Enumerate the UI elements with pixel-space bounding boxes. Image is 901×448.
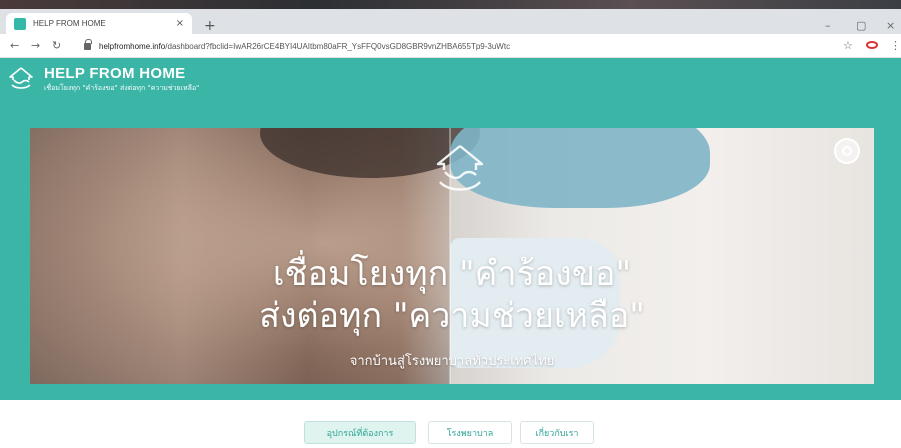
hero-subheadline: จากบ้านสู่โรงพยาบาลทั่วประเทศไทย bbox=[349, 354, 555, 369]
background-strip bbox=[0, 0, 901, 9]
browser-tab-bar: HELP FROM HOME × + – ▢ × bbox=[0, 9, 901, 34]
arrow-left-icon[interactable]: ← bbox=[10, 39, 19, 52]
brand-title[interactable]: HELP FROM HOME bbox=[44, 65, 185, 82]
tab-title: HELP FROM HOME bbox=[33, 19, 106, 28]
star-icon[interactable]: ☆ bbox=[843, 39, 853, 52]
hero-headline-2: ส่งต่อทุก "ความช่วยเหลือ" bbox=[259, 296, 645, 336]
logo-icon[interactable] bbox=[8, 66, 34, 92]
hero-banner: เชื่อมโยงทุก "คำร้องขอ" ส่งต่อทุก "ความช… bbox=[30, 128, 874, 384]
nav-hospitals-button[interactable]: โรงพยาบาล bbox=[428, 421, 512, 444]
hero-logo-icon bbox=[436, 145, 484, 191]
brand-tagline: เชื่อมโยงทุก "คำร้องขอ" ส่งต่อทุก "ความช… bbox=[44, 84, 200, 92]
bottom-nav: อุปกรณ์ที่ต้องการ โรงพยาบาล เกี่ยวกับเรา bbox=[0, 400, 901, 448]
favicon-icon bbox=[14, 17, 26, 30]
close-window-button[interactable]: × bbox=[886, 20, 895, 31]
tab-close-icon[interactable]: × bbox=[176, 18, 184, 29]
nav-equipment-button[interactable]: อุปกรณ์ที่ต้องการ bbox=[304, 421, 416, 444]
kebab-menu-icon[interactable]: ⋮ bbox=[890, 39, 901, 52]
reload-icon[interactable]: ↻ bbox=[52, 39, 61, 52]
address-bar-row: ← → ↻ helpfromhome.info/dashboard?fbclid… bbox=[0, 34, 901, 58]
arrow-right-icon[interactable]: → bbox=[31, 39, 40, 52]
browser-tab[interactable]: HELP FROM HOME × bbox=[6, 13, 192, 34]
lock-icon bbox=[84, 38, 92, 50]
extension-icon[interactable] bbox=[866, 41, 878, 49]
maximize-button[interactable]: ▢ bbox=[856, 20, 866, 31]
language-toggle-button[interactable] bbox=[834, 138, 860, 164]
app-header: HELP FROM HOME เชื่อมโยงทุก "คำร้องขอ" ส… bbox=[0, 58, 901, 100]
url-input[interactable]: helpfromhome.info/dashboard?fbclid=IwAR2… bbox=[84, 38, 864, 54]
new-tab-button[interactable]: + bbox=[204, 19, 216, 33]
url-text: helpfromhome.info/dashboard?fbclid=IwAR2… bbox=[99, 41, 511, 51]
nav-about-button[interactable]: เกี่ยวกับเรา bbox=[520, 421, 594, 444]
minimize-button[interactable]: – bbox=[825, 20, 831, 31]
